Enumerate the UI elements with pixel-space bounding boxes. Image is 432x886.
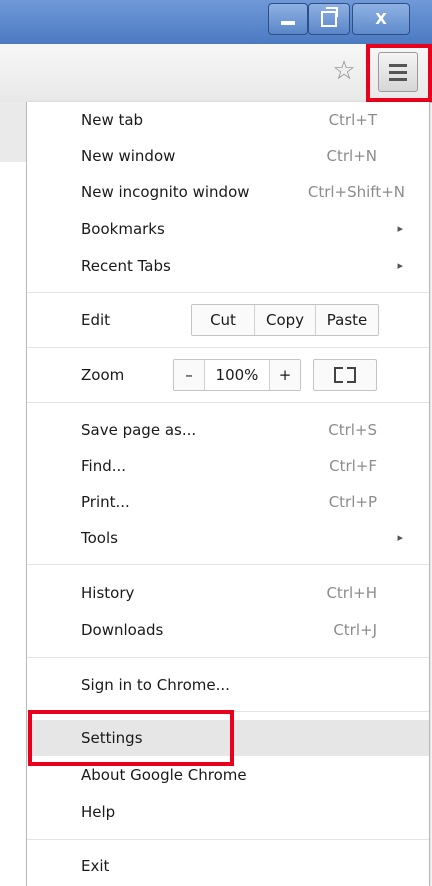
- menu-item-shortcut: Ctrl+J: [333, 621, 377, 639]
- zoom-level: 100%: [205, 360, 270, 390]
- menu-separator: [27, 402, 429, 403]
- zoom-control-group: – 100% +: [173, 359, 301, 391]
- menu-item-new-incognito-window[interactable]: New incognito window Ctrl+Shift+N: [27, 174, 429, 210]
- cut-button[interactable]: Cut: [192, 305, 255, 335]
- menu-item-label: Downloads: [81, 621, 164, 639]
- menu-item-history[interactable]: History Ctrl+H: [27, 575, 429, 611]
- menu-separator: [27, 657, 429, 658]
- menu-button-highlight: [366, 44, 432, 102]
- window-titlebar: X: [0, 0, 432, 44]
- menu-item-save-page-as[interactable]: Save page as... Ctrl+S: [27, 412, 429, 448]
- chrome-menu: New tab Ctrl+T New window Ctrl+N New inc…: [26, 102, 430, 886]
- menu-item-label: Find...: [81, 457, 127, 475]
- menu-item-label: Exit: [81, 857, 110, 875]
- menu-item-sign-in[interactable]: Sign in to Chrome...: [27, 667, 429, 703]
- minimize-button[interactable]: [268, 3, 308, 35]
- fullscreen-icon: [347, 375, 356, 383]
- menu-item-print[interactable]: Print... Ctrl+P: [27, 484, 429, 520]
- menu-item-shortcut: Ctrl+N: [326, 147, 377, 165]
- settings-highlight: [28, 710, 234, 766]
- menu-item-label: Save page as...: [81, 421, 197, 439]
- page-content-strip: [0, 102, 27, 162]
- menu-item-label: Help: [81, 803, 116, 821]
- menu-item-new-window[interactable]: New window Ctrl+N: [27, 138, 429, 174]
- edit-label: Edit: [81, 311, 111, 329]
- menu-item-exit[interactable]: Exit: [27, 848, 429, 884]
- menu-item-tools[interactable]: Tools ▸: [27, 520, 429, 556]
- menu-item-label: Bookmarks: [81, 220, 165, 238]
- menu-item-downloads[interactable]: Downloads Ctrl+J: [27, 612, 429, 648]
- restore-icon: [321, 7, 338, 27]
- fullscreen-icon: [334, 367, 343, 375]
- bookmark-star-icon[interactable]: ☆: [330, 57, 358, 85]
- menu-item-label: New incognito window: [81, 183, 250, 201]
- menu-separator: [27, 292, 429, 293]
- menu-item-label: Print...: [81, 493, 130, 511]
- fullscreen-icon: [347, 367, 356, 375]
- zoom-out-button[interactable]: –: [174, 360, 205, 390]
- menu-item-label: Sign in to Chrome...: [81, 676, 230, 694]
- menu-item-shortcut: Ctrl+S: [328, 421, 377, 439]
- menu-item-label: New tab: [81, 111, 144, 129]
- fullscreen-button[interactable]: [313, 359, 377, 391]
- menu-row-zoom: Zoom – 100% +: [27, 357, 429, 393]
- menu-separator: [27, 839, 429, 840]
- edit-button-group: Cut Copy Paste: [191, 304, 379, 336]
- menu-separator: [27, 564, 429, 565]
- minimize-icon: [281, 21, 295, 25]
- menu-item-label: Tools: [81, 529, 118, 547]
- menu-item-label: History: [81, 584, 135, 602]
- copy-button[interactable]: Copy: [255, 305, 316, 335]
- menu-separator: [27, 347, 429, 348]
- zoom-label: Zoom: [81, 366, 125, 384]
- menu-item-new-tab[interactable]: New tab Ctrl+T: [27, 102, 429, 138]
- submenu-arrow-icon: ▸: [397, 222, 403, 235]
- paste-button[interactable]: Paste: [316, 305, 378, 335]
- menu-item-shortcut: Ctrl+H: [326, 584, 377, 602]
- fullscreen-icon: [334, 375, 343, 383]
- menu-item-help[interactable]: Help: [27, 794, 429, 830]
- submenu-arrow-icon: ▸: [397, 531, 403, 544]
- menu-item-shortcut: Ctrl+F: [329, 457, 377, 475]
- menu-item-label: New window: [81, 147, 176, 165]
- menu-item-recent-tabs[interactable]: Recent Tabs ▸: [27, 248, 429, 284]
- close-icon: X: [375, 10, 387, 28]
- submenu-arrow-icon: ▸: [397, 259, 403, 272]
- menu-row-edit: Edit Cut Copy Paste: [27, 302, 429, 338]
- menu-item-shortcut: Ctrl+T: [328, 111, 377, 129]
- zoom-in-button[interactable]: +: [270, 360, 300, 390]
- restore-button[interactable]: [308, 3, 350, 35]
- menu-item-find[interactable]: Find... Ctrl+F: [27, 448, 429, 484]
- menu-item-label: Recent Tabs: [81, 257, 171, 275]
- menu-item-shortcut: Ctrl+P: [328, 493, 377, 511]
- close-button[interactable]: X: [352, 3, 410, 35]
- menu-item-bookmarks[interactable]: Bookmarks ▸: [27, 211, 429, 247]
- menu-item-shortcut: Ctrl+Shift+N: [307, 183, 405, 201]
